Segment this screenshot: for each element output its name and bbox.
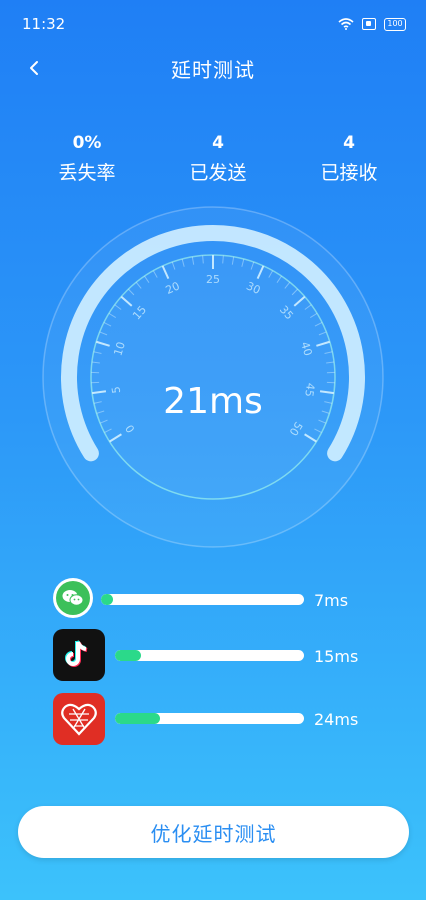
latency-bar-pinduoduo (115, 713, 304, 724)
stat-value: 0% (72, 133, 102, 153)
latency-bar-wechat (101, 594, 304, 605)
gauge-inner-ring (90, 254, 336, 500)
latency-gauge: 05101520 25 3035404550 21ms (42, 206, 384, 548)
gauge-minor-tick (222, 255, 224, 264)
stat-value: 4 (212, 133, 224, 153)
notification-icon (362, 18, 376, 30)
app-row-pinduoduo: 24ms (0, 693, 426, 745)
stat-label: 已接收 (320, 162, 378, 184)
latency-bar-fill (115, 650, 142, 661)
status-bar: 11:32 100 (0, 0, 426, 48)
app-row-wechat: 7ms (0, 578, 426, 630)
stat-sent: 4 已发送 (183, 132, 253, 185)
latency-value-tiktok: 15ms (314, 647, 359, 666)
stat-loss-rate: 0% 丢失率 (52, 132, 122, 185)
status-time: 11:32 (22, 15, 66, 33)
gauge-tick-label: 45 (302, 382, 317, 398)
tiktok-icon (53, 629, 105, 681)
wechat-icon (53, 578, 93, 618)
wifi-icon (338, 18, 354, 30)
chevron-left-icon (30, 61, 38, 75)
gauge-value: 21ms (163, 381, 263, 422)
stat-value: 4 (343, 133, 355, 153)
latency-value-pinduoduo: 24ms (314, 710, 359, 729)
stat-label: 丢失率 (58, 162, 116, 184)
nav-bar: 延时测试 (0, 48, 426, 88)
latency-bar-tiktok (115, 650, 304, 661)
page-title: 延时测试 (171, 57, 255, 82)
latency-value-wechat: 7ms (314, 591, 349, 610)
stat-received: 4 已接收 (314, 132, 384, 185)
gauge-tick-label: 25 (206, 273, 220, 286)
stats-row: 0% 丢失率 4 已发送 4 已接收 (0, 132, 426, 185)
stat-label: 已发送 (189, 162, 247, 184)
status-icons: 100 (338, 17, 406, 31)
back-button[interactable] (22, 56, 46, 80)
optimize-latency-button[interactable]: 优化延时测试 (18, 806, 409, 858)
pinduoduo-icon (53, 693, 105, 745)
app-row-tiktok: 15ms (0, 629, 426, 681)
gauge-minor-tick (202, 255, 204, 264)
latency-bar-fill (101, 594, 114, 605)
battery-icon: 100 (384, 17, 406, 31)
latency-bar-fill (115, 713, 161, 724)
